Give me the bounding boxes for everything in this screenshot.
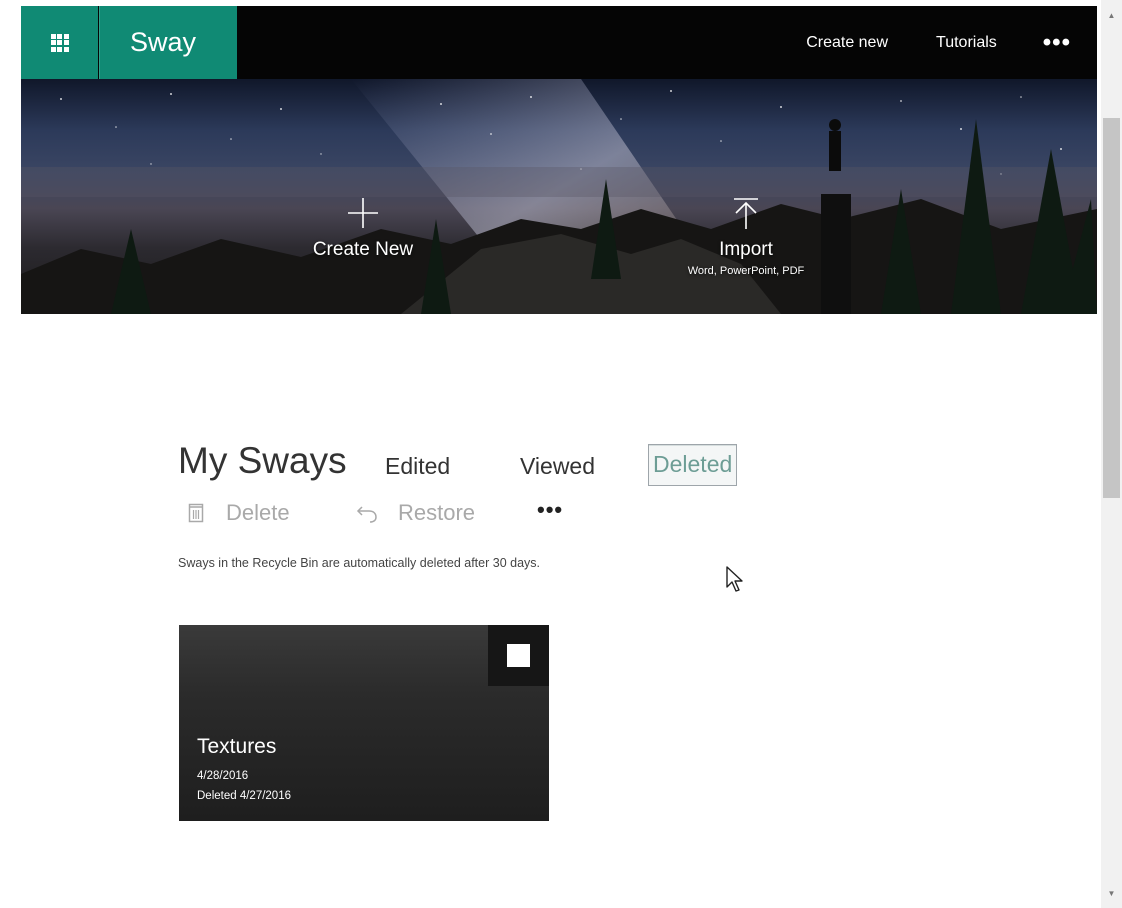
hero-background-image <box>21 79 1097 314</box>
card-select-area[interactable] <box>488 625 549 686</box>
delete-label: Delete <box>226 500 290 525</box>
app-launcher-button[interactable] <box>21 6 98 79</box>
vertical-scrollbar[interactable]: ▲ ▼ <box>1101 0 1122 908</box>
scroll-up-arrow-icon[interactable]: ▲ <box>1101 6 1122 24</box>
scroll-down-arrow-icon[interactable]: ▼ <box>1101 884 1122 902</box>
undo-icon <box>356 506 377 523</box>
restore-label: Restore <box>398 500 476 525</box>
tutorials-link[interactable]: Tutorials <box>936 34 997 52</box>
create-new-label: Create New <box>312 239 414 260</box>
card-deleted-date: Deleted 4/27/2016 <box>197 790 291 802</box>
mouse-cursor-icon <box>726 566 743 592</box>
card-title: Textures <box>197 735 277 758</box>
more-options-button[interactable]: ••• <box>1043 30 1071 55</box>
card-date: 4/28/2016 <box>197 770 249 782</box>
card-checkbox[interactable] <box>507 644 530 667</box>
tab-edited[interactable]: Edited <box>385 453 450 480</box>
hero-banner: Create New Import Word, PowerPoint, PDF <box>21 79 1097 314</box>
plus-icon <box>348 198 378 228</box>
restore-button[interactable]: Restore <box>356 500 475 526</box>
sway-card[interactable]: Textures 4/28/2016 Deleted 4/27/2016 <box>179 625 549 821</box>
tab-viewed[interactable]: Viewed <box>520 453 595 480</box>
app-name[interactable]: Sway <box>99 6 237 79</box>
upload-icon <box>734 198 758 229</box>
import-label: Import <box>719 239 773 260</box>
more-commands-button[interactable]: ••• <box>537 499 563 521</box>
scrollbar-thumb[interactable] <box>1103 118 1120 498</box>
waffle-icon <box>50 33 69 52</box>
top-bar: Sway Create new Tutorials ••• <box>21 6 1097 79</box>
delete-button[interactable]: Delete <box>188 500 290 526</box>
create-new-link[interactable]: Create new <box>806 34 888 52</box>
recycle-bin-notice: Sways in the Recycle Bin are automatical… <box>178 556 540 570</box>
import-button[interactable]: Import Word, PowerPoint, PDF <box>641 195 851 277</box>
import-formats: Word, PowerPoint, PDF <box>687 265 805 277</box>
page-title: My Sways <box>178 440 347 481</box>
top-nav: Create new Tutorials ••• <box>806 6 1097 79</box>
trash-icon <box>188 503 204 523</box>
tab-deleted[interactable]: Deleted <box>648 444 738 486</box>
create-new-button[interactable]: Create New <box>283 195 443 261</box>
